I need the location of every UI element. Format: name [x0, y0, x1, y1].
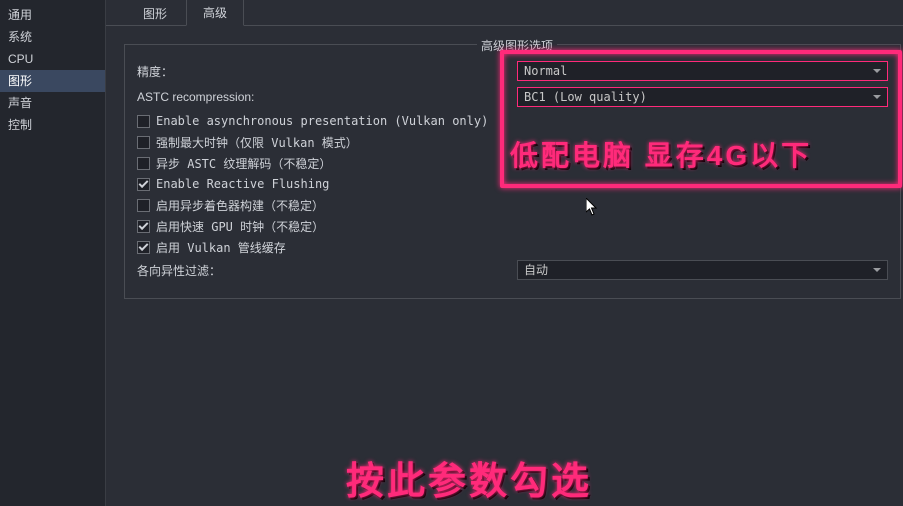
group-title: 高级图形选项	[477, 37, 557, 54]
sidebar-item-audio[interactable]: 声音	[0, 92, 105, 114]
check-label-4: 启用异步着色器构建（不稳定）	[156, 197, 324, 214]
precision-select[interactable]: Normal	[517, 61, 888, 81]
check-label-0: Enable asynchronous presentation (Vulkan…	[156, 114, 488, 128]
checkbox-5[interactable]	[137, 220, 150, 233]
check-row-4[interactable]: 启用异步着色器构建（不稳定）	[137, 197, 888, 213]
astc-label: ASTC recompression:	[137, 90, 517, 104]
check-label-1: 强制最大时钟（仅限 Vulkan 模式）	[156, 134, 358, 151]
check-label-6: 启用 Vulkan 管线缓存	[156, 239, 286, 256]
check-label-2: 异步 ASTC 纹理解码（不稳定）	[156, 155, 331, 172]
sidebar-item-system[interactable]: 系统	[0, 26, 105, 48]
precision-label: 精度：	[137, 63, 517, 80]
astc-value: BC1 (Low quality)	[524, 90, 647, 104]
chevron-down-icon	[873, 69, 881, 73]
aniso-select[interactable]: 自动	[517, 260, 888, 280]
sidebar-item-general[interactable]: 通用	[0, 4, 105, 26]
tab-graphics[interactable]: 图形	[126, 0, 184, 26]
checkbox-4[interactable]	[137, 199, 150, 212]
chevron-down-icon	[873, 95, 881, 99]
checkbox-1[interactable]	[137, 136, 150, 149]
precision-value: Normal	[524, 64, 567, 78]
checkbox-6[interactable]	[137, 241, 150, 254]
checkbox-3[interactable]	[137, 178, 150, 191]
check-row-3[interactable]: Enable Reactive Flushing	[137, 176, 888, 192]
check-row-6[interactable]: 启用 Vulkan 管线缓存	[137, 239, 888, 255]
tab-advanced[interactable]: 高级	[186, 0, 244, 26]
chevron-down-icon	[873, 268, 881, 272]
astc-select[interactable]: BC1 (Low quality)	[517, 87, 888, 107]
sidebar-item-cpu[interactable]: CPU	[0, 48, 105, 70]
sidebar-item-controls[interactable]: 控制	[0, 114, 105, 136]
check-row-0[interactable]: Enable asynchronous presentation (Vulkan…	[137, 113, 888, 129]
check-row-1[interactable]: 强制最大时钟（仅限 Vulkan 模式）	[137, 134, 888, 150]
sidebar-item-graphics[interactable]: 图形	[0, 70, 105, 92]
checkbox-0[interactable]	[137, 115, 150, 128]
check-row-5[interactable]: 启用快速 GPU 时钟（不稳定）	[137, 218, 888, 234]
check-label-5: 启用快速 GPU 时钟（不稳定）	[156, 218, 324, 235]
advanced-graphics-group: 高级图形选项 精度： Normal ASTC recompression:	[124, 44, 901, 299]
aniso-value: 自动	[524, 263, 548, 277]
tabbar: 图形 高级	[106, 0, 903, 26]
sidebar: 通用 系统 CPU 图形 声音 控制	[0, 0, 106, 506]
check-row-2[interactable]: 异步 ASTC 纹理解码（不稳定）	[137, 155, 888, 171]
checkbox-2[interactable]	[137, 157, 150, 170]
check-label-3: Enable Reactive Flushing	[156, 177, 329, 191]
aniso-label: 各向异性过滤：	[137, 262, 517, 279]
